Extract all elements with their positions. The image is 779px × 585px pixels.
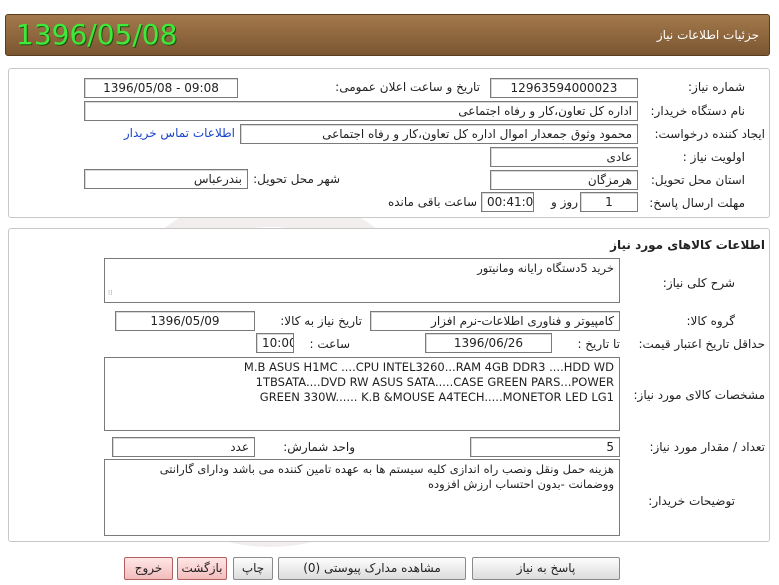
need-number-label: شماره نیاز: [688, 80, 745, 94]
deadline-days-field: 1 [580, 192, 638, 212]
quantity-field: 5 [470, 437, 620, 457]
need-date-label: تاریخ نیاز به کالا: [280, 314, 362, 328]
buyer-notes-textarea: هزینه حمل ونقل ونصب راه اندازی کلیه سیست… [104, 459, 620, 536]
specs-textarea: M.B ASUS H1MC ....CPU INTEL3260...RAM 4G… [104, 357, 620, 431]
priority-field: عادی [490, 147, 638, 167]
deadline-time-field: 00:41:02 [481, 192, 534, 212]
header-date: 1396/05/08 [16, 18, 178, 51]
quantity-label: تعداد / مقدار مورد نیاز: [649, 440, 765, 454]
exit-button[interactable]: خروج [124, 557, 173, 580]
buyer-org-label: نام دستگاه خریدار: [650, 104, 746, 118]
summary-textarea: خرید 5دستگاه رایانه ومانیتور ⁞⁞ [104, 258, 620, 303]
remaining-word: ساعت باقی مانده [387, 195, 477, 209]
specs-line: 1TBSATA....DVD RW ASUS SATA.....CASE GRE… [255, 375, 614, 389]
time-field: 10:00 [256, 333, 294, 353]
buyer-contact-link[interactable]: اطلاعات تماس خریدار [90, 126, 235, 140]
specs-label: مشخصات کالای مورد نیاز: [633, 388, 765, 402]
respond-button[interactable]: پاسخ به نیاز [472, 557, 620, 580]
summary-label: شرح کلی نیاز: [662, 276, 735, 290]
buyer-org-field: اداره کل تعاون،کار و رفاه اجتماعی [84, 101, 638, 121]
print-button[interactable]: چاپ [233, 557, 273, 580]
delivery-province-label: استان محل تحویل: [650, 173, 745, 187]
delivery-province-field: هرمزگان [490, 170, 638, 190]
goods-group-field: کامپیوتر و فناوری اطلاعات-نرم افزار [370, 311, 620, 331]
price-validity-label: حداقل تاریخ اعتبار قیمت: [638, 337, 765, 351]
specs-line: M.B ASUS H1MC ....CPU INTEL3260...RAM 4G… [243, 360, 614, 374]
until-date-label: تا تاریخ : [577, 337, 620, 351]
need-number-field: 12963594000023 [490, 78, 638, 98]
goods-group-label: گروه کالا: [686, 314, 736, 328]
buyer-notes-line: هزینه حمل ونقل ونصب راه اندازی کلیه سیست… [159, 462, 614, 476]
goods-section-title: اطلاعات کالاهای مورد نیاز [610, 238, 765, 252]
unit-field: عدد [112, 437, 255, 457]
specs-line: GREEN 330W...... K.B &MOUSE A4TECH.....M… [259, 390, 614, 404]
header-title: جزئیات اطلاعات نیاز [656, 28, 759, 42]
days-word: روز و [551, 195, 578, 209]
unit-label: واحد شمارش: [283, 440, 355, 454]
response-deadline-label: مهلت ارسال پاسخ: [649, 196, 745, 210]
announce-datetime-field: 1396/05/08 - 09:08 [84, 78, 238, 98]
page-header: 1396/05/08 جزئیات اطلاعات نیاز [5, 14, 770, 56]
view-attachments-button[interactable]: مشاهده مدارک پیوستی (0) [278, 557, 466, 580]
delivery-city-field: بندرعباس [84, 169, 248, 189]
time-label: ساعت : [309, 337, 350, 351]
requester-field: محمود وثوق جمعدار اموال اداره کل تعاون،ک… [240, 124, 638, 144]
buyer-notes-line: ووضمانت -بدون احتساب ارزش افزوده [428, 477, 614, 491]
need-date-field: 1396/05/09 [115, 311, 255, 331]
back-button[interactable]: بازگشت [177, 557, 227, 580]
summary-text: خرید 5دستگاه رایانه ومانیتور [477, 261, 614, 275]
resize-grip-icon[interactable]: ⁞⁞ [108, 286, 112, 301]
priority-label: اولویت نیاز : [682, 150, 745, 164]
delivery-city-label: شهر محل تحویل: [253, 172, 340, 186]
requester-label: ایجاد کننده درخواست: [654, 127, 765, 141]
until-date-field: 1396/06/26 [425, 333, 552, 353]
buyer-notes-label: توضیحات خریدار: [648, 494, 735, 508]
announce-datetime-label: تاریخ و ساعت اعلان عمومی: [335, 80, 480, 94]
